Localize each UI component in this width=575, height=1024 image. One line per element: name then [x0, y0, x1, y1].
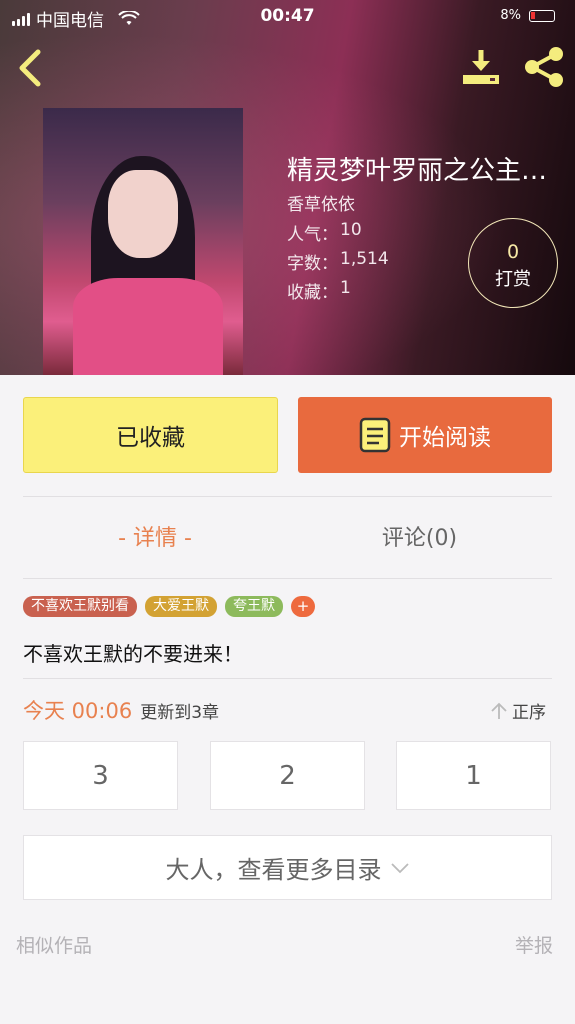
- popularity-value: 10: [340, 220, 362, 240]
- tag[interactable]: 大爱王默: [145, 596, 217, 617]
- book-cover[interactable]: [43, 108, 243, 375]
- status-bar: 中国电信 00:47 8%: [0, 0, 575, 34]
- favorites-row: 收藏： 1: [287, 278, 351, 303]
- more-catalog-button[interactable]: 大人，查看更多目录: [23, 835, 552, 900]
- word-count-row: 字数： 1,514: [287, 249, 389, 274]
- popularity-row: 人气： 10: [287, 220, 362, 245]
- word-count-value: 1,514: [340, 249, 389, 269]
- book-description: 不喜欢王默的不要进来！: [23, 642, 243, 666]
- divider: [23, 678, 552, 679]
- tag[interactable]: 不喜欢王默别看: [23, 596, 137, 617]
- sort-label: 正序: [512, 703, 546, 723]
- tag[interactable]: 夸王默: [225, 596, 283, 617]
- collected-label: 已收藏: [116, 425, 185, 451]
- word-count-label: 字数：: [287, 254, 338, 274]
- battery-icon: [529, 9, 555, 22]
- more-catalog-label: 大人，查看更多目录: [165, 856, 382, 884]
- start-reading-button[interactable]: 开始阅读: [298, 397, 552, 473]
- similar-works-title: 相似作品: [16, 935, 93, 957]
- favorites-value: 1: [340, 278, 351, 298]
- start-reading-label: 开始阅读: [399, 425, 491, 451]
- chapter-item[interactable]: 1: [396, 741, 551, 810]
- update-info: 今天 00:06 更新到3章: [23, 695, 219, 725]
- add-tag-button[interactable]: +: [291, 596, 315, 617]
- update-text: 更新到3章: [140, 703, 220, 723]
- status-time: 00:47: [260, 6, 315, 26]
- arrow-up-icon: [491, 702, 507, 719]
- favorites-label: 收藏：: [287, 283, 338, 303]
- report-button[interactable]: 举报: [515, 931, 553, 958]
- chevron-down-icon: [390, 862, 409, 873]
- tip-label: 打赏: [495, 269, 531, 290]
- chapter-item[interactable]: 2: [210, 741, 365, 810]
- tip-button[interactable]: 0 打赏: [468, 218, 558, 308]
- tip-count: 0: [506, 241, 520, 263]
- chapter-item[interactable]: 3: [23, 741, 178, 810]
- divider: [23, 578, 552, 579]
- book-title: 精灵梦叶罗丽之公主…: [287, 156, 548, 186]
- popularity-label: 人气：: [287, 225, 338, 245]
- book-author[interactable]: 香草依依: [287, 190, 355, 215]
- download-icon[interactable]: [460, 46, 502, 88]
- tag-list: 不喜欢王默别看 大爱王默 夸王默 +: [23, 596, 315, 617]
- collected-button[interactable]: 已收藏: [23, 397, 278, 473]
- update-time: 今天 00:06: [23, 699, 133, 723]
- battery-percent: 8%: [500, 8, 521, 23]
- tab-detail[interactable]: - 详情 -: [23, 520, 287, 552]
- divider: [23, 496, 552, 497]
- sort-button[interactable]: 正序: [490, 698, 546, 723]
- share-icon[interactable]: [522, 46, 566, 88]
- tab-comments[interactable]: 评论(0): [287, 520, 552, 552]
- book-icon: [359, 417, 391, 453]
- back-icon[interactable]: [14, 48, 48, 88]
